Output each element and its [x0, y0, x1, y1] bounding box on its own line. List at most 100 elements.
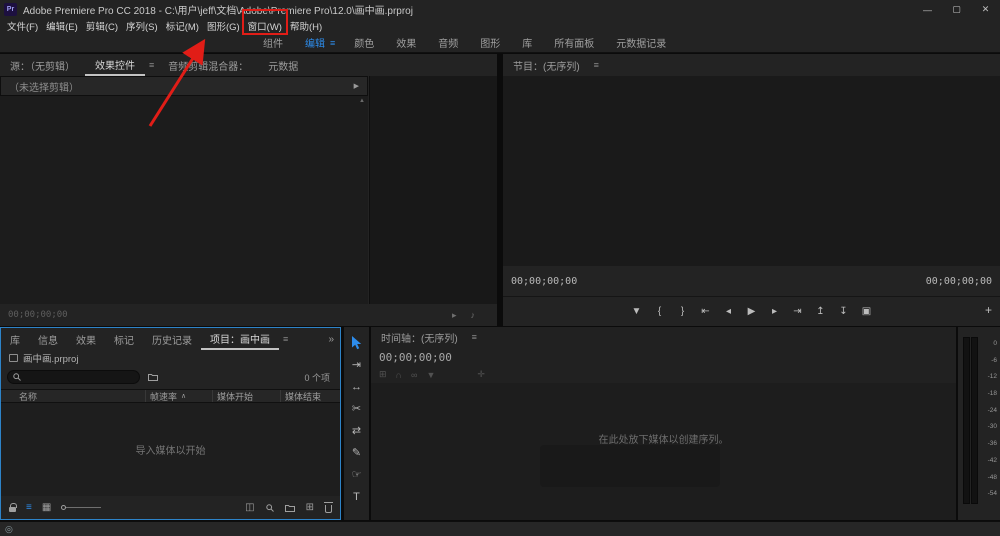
- add-marker-button[interactable]: ▼: [426, 370, 435, 380]
- tab-source-monitor[interactable]: 源：（无剪辑）: [0, 54, 85, 76]
- icon-view-button[interactable]: ▦: [42, 502, 51, 513]
- menu-item-file[interactable]: 文件(F): [3, 19, 42, 33]
- minimize-button[interactable]: —: [913, 0, 942, 19]
- go-to-in-button[interactable]: ⇤: [701, 306, 711, 317]
- menu-bar: 文件(F) 编辑(E) 剪辑(C) 序列(S) 标记(M) 图形(G) 窗口(W…: [0, 9, 1000, 35]
- delete-button[interactable]: [324, 502, 333, 513]
- mark-out-button[interactable]: }: [678, 306, 688, 317]
- snap-toggle-button[interactable]: ∩: [396, 370, 402, 380]
- mark-in-button[interactable]: {: [655, 306, 665, 317]
- effect-controls-timeline-area: [369, 76, 497, 304]
- ripple-edit-tool-button[interactable]: ↔: [348, 379, 365, 394]
- new-bin-button[interactable]: [284, 504, 295, 512]
- search-bin-icon[interactable]: [148, 373, 158, 381]
- type-tool-button[interactable]: T: [348, 489, 365, 504]
- menu-item-help[interactable]: 帮助(H): [286, 19, 326, 33]
- menu-item-sequence[interactable]: 序列(S): [122, 19, 162, 33]
- list-view-button[interactable]: ≡: [26, 502, 32, 513]
- tab-effects[interactable]: 效果: [67, 328, 105, 350]
- go-to-out-button[interactable]: ⇥: [793, 306, 803, 317]
- export-frame-button[interactable]: ▣: [862, 306, 872, 317]
- timeline-settings-button[interactable]: ✛: [477, 369, 485, 380]
- workspace-tab-editing[interactable]: 编辑: [294, 35, 330, 50]
- linked-selection-button[interactable]: ∞: [411, 370, 417, 380]
- slip-tool-button[interactable]: ⇄: [348, 423, 365, 438]
- menu-item-graphics[interactable]: 图形(G): [203, 19, 244, 33]
- footer-icons: ▸ ♪: [452, 310, 489, 321]
- tab-markers[interactable]: 标记: [105, 328, 143, 350]
- menu-item-clip[interactable]: 剪辑(C): [82, 19, 122, 33]
- timeline-panel-group: 时间轴：(无序列) ≡ 00;00;00;00 ⊞ ∩ ∞ ▼ ✛ 在此处放下媒…: [371, 327, 956, 520]
- panel-menu-icon[interactable]: ≡: [590, 54, 603, 76]
- pen-tool-button[interactable]: ✎: [348, 445, 365, 460]
- search-input[interactable]: [25, 372, 134, 382]
- column-header-media-end[interactable]: 媒体结束: [280, 390, 340, 402]
- hand-tool-button[interactable]: ☞: [348, 467, 365, 482]
- clip-selector-dropdown[interactable]: （未选择剪辑） ▶: [0, 76, 368, 96]
- tab-history[interactable]: 历史记录: [143, 328, 201, 350]
- project-panel-tabbar: 库 信息 效果 标记 历史记录 项目：画中画 ≡ »: [1, 328, 340, 350]
- source-timecode[interactable]: 00;00;00;00: [8, 310, 68, 320]
- program-position-timecode[interactable]: 00;00;00;00: [511, 276, 577, 287]
- sync-status-icon[interactable]: ◎: [5, 524, 13, 535]
- step-forward-button[interactable]: ▸: [770, 306, 780, 317]
- find-button[interactable]: [265, 503, 274, 512]
- workspace-tab-graphics[interactable]: 图形: [469, 35, 511, 50]
- zoom-slider-knob[interactable]: [61, 505, 67, 510]
- lift-button[interactable]: ↥: [816, 306, 826, 317]
- panel-menu-icon[interactable]: ≡: [279, 328, 292, 350]
- workspace-tab-color[interactable]: 颜色: [343, 35, 385, 50]
- maximize-button[interactable]: ▢: [942, 0, 971, 19]
- menu-item-edit[interactable]: 编辑(E): [42, 19, 82, 33]
- automate-to-sequence-button[interactable]: ◫: [245, 502, 254, 513]
- program-duration-timecode: 00;00;00;00: [925, 275, 992, 287]
- column-header-frame-rate[interactable]: 帧速率 ∧: [145, 390, 212, 402]
- column-header-name[interactable]: 名称: [1, 390, 145, 402]
- play-button[interactable]: ▶: [747, 306, 757, 317]
- tab-audio-clip-mixer[interactable]: 音频剪辑混合器：: [158, 54, 258, 76]
- workspace-menu-icon[interactable]: ≡: [330, 38, 335, 48]
- project-empty-state-text: 导入媒体以开始: [135, 446, 206, 457]
- play-audio-only-icon[interactable]: ♪: [471, 310, 476, 321]
- tab-program-monitor[interactable]: 节目：(无序列): [503, 54, 590, 76]
- tab-timeline[interactable]: 时间轴：(无序列): [371, 327, 468, 347]
- add-marker-button[interactable]: ▼: [632, 306, 642, 317]
- tab-effect-controls[interactable]: 效果控件: [85, 54, 145, 76]
- selection-tool-button[interactable]: [348, 335, 365, 350]
- track-select-tool-button[interactable]: ⇥: [348, 357, 365, 372]
- menu-item-window[interactable]: 窗口(W): [241, 9, 288, 35]
- menu-item-markers[interactable]: 标记(M): [162, 19, 203, 33]
- premiere-logo-icon: Pr: [4, 3, 17, 16]
- tab-info[interactable]: 信息: [29, 328, 67, 350]
- tab-metadata[interactable]: 元数据: [258, 54, 308, 76]
- zoom-slider[interactable]: [61, 503, 102, 512]
- timeline-timecode[interactable]: 00;00;00;00: [379, 351, 452, 364]
- tab-project[interactable]: 项目：画中画: [201, 328, 279, 350]
- play-video-only-icon[interactable]: ▸: [452, 310, 457, 321]
- audio-meter-scale: 0 -6 -12 -18 -24 -30 -36 -42 -48 -54: [979, 340, 997, 508]
- nest-toggle-button[interactable]: ⊞: [379, 369, 387, 380]
- meter-label: -12: [987, 373, 997, 381]
- column-header-media-start[interactable]: 媒体开始: [212, 390, 280, 402]
- razor-tool-button[interactable]: ✂: [348, 401, 365, 416]
- frame-rate-label: 帧速率: [150, 391, 178, 402]
- extract-button[interactable]: ↧: [839, 306, 849, 317]
- workspace-tab-all-panels[interactable]: 所有面板: [543, 35, 605, 50]
- panel-menu-icon[interactable]: ≡: [145, 54, 158, 76]
- scroll-up-icon[interactable]: ▲: [359, 98, 365, 104]
- workspace-tab-assembly[interactable]: 组件: [252, 35, 294, 50]
- project-file-name[interactable]: 画中画.prproj: [23, 351, 78, 365]
- new-item-button[interactable]: ⊞: [306, 502, 314, 513]
- workspace-tab-effects[interactable]: 效果: [385, 35, 427, 50]
- tab-libraries[interactable]: 库: [1, 328, 29, 350]
- lock-icon[interactable]: [9, 502, 17, 512]
- workspace-tab-metalogging[interactable]: 元数据记录: [605, 35, 677, 50]
- close-button[interactable]: ✕: [971, 0, 1000, 19]
- workspace-tab-libraries[interactable]: 库: [511, 35, 543, 50]
- panel-overflow-icon[interactable]: »: [322, 328, 340, 350]
- workspace-tab-audio[interactable]: 音频: [427, 35, 469, 50]
- search-box[interactable]: [7, 370, 140, 384]
- step-back-button[interactable]: ◂: [724, 306, 734, 317]
- button-editor-button[interactable]: +: [985, 303, 992, 317]
- panel-menu-icon[interactable]: ≡: [468, 327, 481, 347]
